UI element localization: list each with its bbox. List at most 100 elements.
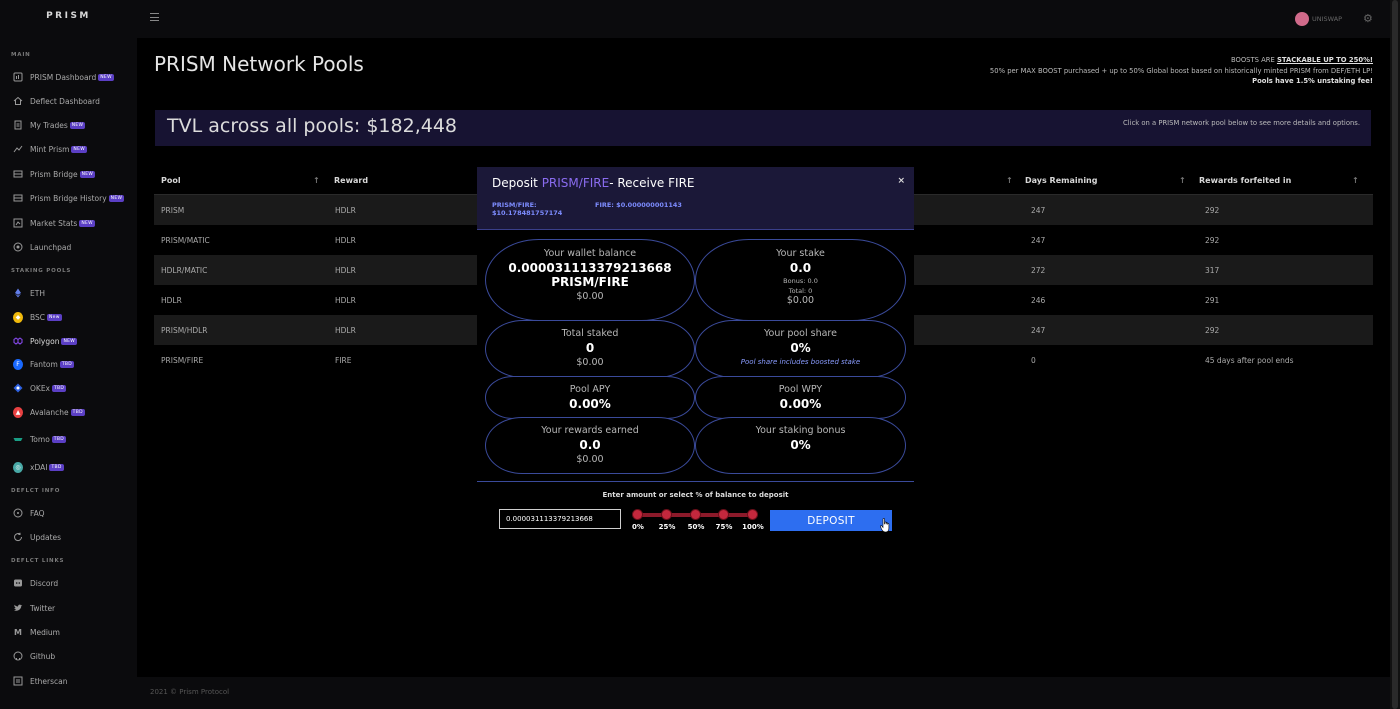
sidebar-item-launchpad[interactable]: Launchpad bbox=[13, 240, 71, 254]
page-scrollbar[interactable] bbox=[1390, 0, 1400, 709]
percent-label[interactable]: 0% bbox=[625, 523, 651, 531]
new-badge: New bbox=[47, 313, 62, 321]
sidebar-item-label: Github bbox=[30, 651, 56, 661]
sidebar-item-updates[interactable]: Updates bbox=[13, 530, 61, 544]
gear-icon[interactable]: ⚙ bbox=[1363, 12, 1373, 25]
tbd-badge: TBD bbox=[52, 384, 67, 392]
top-bar bbox=[137, 0, 1390, 38]
sidebar-item-label: ETH bbox=[30, 288, 45, 298]
sidebar-item-avalanche[interactable]: ▲ Avalanche TBD bbox=[13, 405, 85, 419]
percent-label[interactable]: 75% bbox=[711, 523, 737, 531]
sidebar-item-medium[interactable]: M Medium bbox=[13, 625, 60, 639]
sidebar-section-main: MAIN bbox=[11, 52, 31, 58]
sort-icon[interactable]: ↑ bbox=[1006, 176, 1013, 185]
header-days-remaining[interactable]: Days Remaining bbox=[1025, 176, 1097, 185]
fantom-icon: F bbox=[13, 358, 23, 370]
dashboard-icon bbox=[13, 72, 23, 82]
okex-icon bbox=[13, 383, 23, 393]
sidebar-item-deflect-dashboard[interactable]: Deflect Dashboard bbox=[13, 94, 100, 108]
slider-stop-25[interactable] bbox=[661, 509, 672, 520]
header-reward[interactable]: Reward bbox=[334, 176, 368, 185]
percent-label[interactable]: 50% bbox=[683, 523, 709, 531]
slider-stop-75[interactable] bbox=[718, 509, 729, 520]
percent-label[interactable]: 100% bbox=[740, 523, 766, 531]
modal-title-suffix: - Receive FIRE bbox=[609, 176, 695, 190]
sidebar-item-label: Prism Bridge bbox=[30, 169, 78, 179]
cell-reward: HDLR bbox=[335, 326, 356, 335]
sidebar-item-github[interactable]: Github bbox=[13, 649, 55, 663]
deposit-button[interactable]: DEPOSIT bbox=[770, 510, 892, 531]
sidebar-item-discord[interactable]: Discord bbox=[13, 576, 58, 590]
header-pool[interactable]: Pool bbox=[161, 176, 181, 185]
cell-forfeited: 292 bbox=[1205, 206, 1220, 215]
wallet-avatar[interactable] bbox=[1295, 12, 1309, 26]
medium-icon: M bbox=[14, 627, 22, 637]
refresh-icon bbox=[13, 532, 23, 542]
sidebar-item-prism-dashboard[interactable]: PRISM Dashboard NEW bbox=[13, 70, 114, 84]
new-badge: NEW bbox=[108, 194, 125, 202]
sidebar-item-polygon[interactable]: Polygon NEW bbox=[13, 334, 78, 348]
modal-title: Deposit PRISM/FIRE- Receive FIRE bbox=[492, 176, 695, 190]
sidebar-item-bsc[interactable]: ◆ BSC New bbox=[13, 310, 62, 324]
sidebar-item-label: Twitter bbox=[30, 603, 56, 613]
pool-apy-label: Pool APY bbox=[569, 384, 611, 395]
stats-icon bbox=[13, 218, 23, 228]
sort-icon[interactable]: ↑ bbox=[1352, 176, 1359, 185]
new-badge: NEW bbox=[79, 170, 96, 178]
sidebar-item-fantom[interactable]: F Fantom TBD bbox=[13, 357, 75, 371]
close-icon[interactable]: × bbox=[897, 176, 905, 186]
sort-icon[interactable]: ↑ bbox=[313, 176, 320, 185]
sidebar-item-label: Discord bbox=[30, 578, 59, 588]
brand-logo: PRISM bbox=[46, 11, 91, 21]
menu-toggle-icon[interactable] bbox=[150, 13, 159, 22]
percent-label[interactable]: 25% bbox=[654, 523, 680, 531]
percent-slider[interactable]: 0% 25% 50% 75% 100% bbox=[632, 507, 764, 537]
sidebar-item-market-stats[interactable]: Market Stats NEW bbox=[13, 216, 95, 230]
github-icon bbox=[13, 651, 23, 661]
discord-icon bbox=[13, 578, 23, 588]
sidebar-item-xdai[interactable]: ◎ xDAI TBD bbox=[13, 460, 64, 474]
cell-reward: HDLR bbox=[335, 236, 356, 245]
sidebar-section-info: DEFLCT INFO bbox=[11, 488, 61, 494]
sidebar-item-etherscan[interactable]: Etherscan bbox=[13, 674, 68, 688]
sidebar-item-my-trades[interactable]: My Trades NEW bbox=[13, 118, 86, 132]
cell-pool: PRISM/HDLR bbox=[161, 326, 208, 335]
slider-stop-100[interactable] bbox=[747, 509, 758, 520]
polygon-icon bbox=[13, 336, 23, 346]
hand-cursor-icon bbox=[880, 518, 890, 533]
sidebar-item-prism-bridge-history[interactable]: Prism Bridge History NEW bbox=[13, 191, 125, 205]
new-badge: NEW bbox=[69, 121, 86, 129]
sidebar-item-twitter[interactable]: Twitter bbox=[13, 601, 55, 615]
sidebar-item-tomo[interactable]: Tomo TBD bbox=[13, 432, 66, 446]
tbd-badge: TBD bbox=[49, 463, 64, 471]
cell-pool: PRISM/MATIC bbox=[161, 236, 210, 245]
cell-pool: PRISM/FIRE bbox=[161, 356, 204, 365]
document-icon bbox=[13, 120, 23, 130]
bridge-icon bbox=[13, 169, 23, 179]
footer-bar bbox=[137, 677, 1390, 709]
slider-stop-50[interactable] bbox=[690, 509, 701, 520]
sidebar-item-okex[interactable]: OKEx TBD bbox=[13, 381, 67, 395]
sidebar-item-faq[interactable]: FAQ bbox=[13, 506, 45, 520]
wallet-label[interactable]: UNISWAP bbox=[1312, 15, 1342, 23]
cell-forfeited: 45 days after pool ends bbox=[1205, 356, 1294, 365]
cell-forfeited: 317 bbox=[1205, 266, 1220, 275]
your-stake-total: Total: 0 bbox=[788, 287, 813, 295]
deposit-modal: Deposit PRISM/FIRE- Receive FIRE × PRISM… bbox=[477, 167, 914, 542]
modal-title-prefix: Deposit bbox=[492, 176, 542, 190]
rewards-earned-value: 0.0 bbox=[579, 438, 601, 452]
modal-title-pair: PRISM/FIRE bbox=[541, 176, 610, 190]
sidebar-item-eth[interactable]: ETH bbox=[13, 286, 45, 300]
sidebar-item-prism-bridge[interactable]: Prism Bridge NEW bbox=[13, 167, 96, 181]
pool-share-label: Your pool share bbox=[764, 328, 837, 339]
header-rewards-forfeited[interactable]: Rewards forfeited in bbox=[1199, 176, 1291, 185]
slider-stop-0[interactable] bbox=[632, 509, 643, 520]
deposit-amount-input[interactable] bbox=[499, 509, 621, 529]
sidebar-item-mint-prism[interactable]: Mint Prism NEW bbox=[13, 142, 87, 156]
sidebar-section-links: DEFLCT LINKS bbox=[11, 558, 65, 564]
tbd-badge: TBD bbox=[70, 408, 85, 416]
sort-icon[interactable]: ↑ bbox=[1179, 176, 1186, 185]
page-title: PRISM Network Pools bbox=[154, 52, 364, 76]
sidebar-section-staking: STAKING POOLS bbox=[11, 268, 72, 274]
modal-header: Deposit PRISM/FIRE- Receive FIRE × PRISM… bbox=[477, 167, 914, 230]
